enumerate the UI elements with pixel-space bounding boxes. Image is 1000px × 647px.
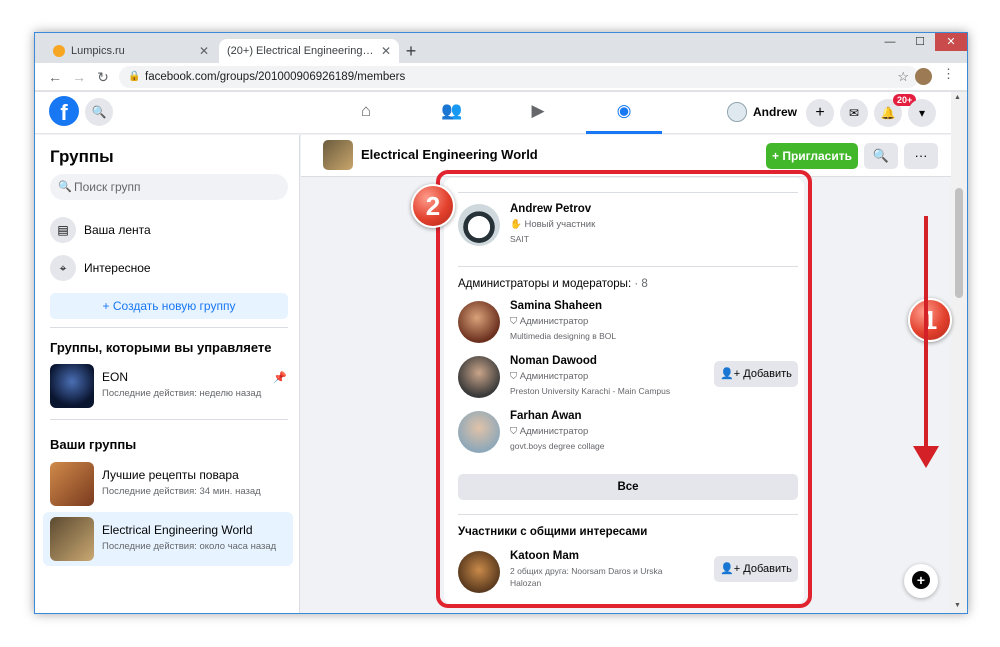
scrollbar-thumb[interactable]: [955, 188, 963, 298]
scroll-arrow-shaft: [924, 216, 928, 454]
search-placeholder: Поиск групп: [74, 180, 141, 194]
close-tab-icon[interactable]: ✕: [199, 44, 209, 58]
group-name: EON: [102, 370, 129, 384]
annotation-badge-2: 2: [411, 184, 455, 228]
reload-icon[interactable]: ↻: [95, 69, 111, 86]
scroll-down-icon[interactable]: ▼: [954, 602, 961, 609]
group-thumbnail: [50, 517, 94, 561]
divider: [50, 327, 288, 328]
group-name: Electrical Engineering World: [102, 523, 253, 537]
invite-button[interactable]: + Пригласить: [766, 143, 858, 169]
minimize-button[interactable]: —: [875, 33, 905, 51]
browser-menu-icon[interactable]: ⋮: [942, 66, 955, 82]
group-item-recipes[interactable]: Лучшие рецепты повара Последние действия…: [43, 457, 293, 511]
group-thumbnail: [50, 364, 94, 408]
tab-title: (20+) Electrical Engineering World: [227, 45, 375, 57]
close-window-button[interactable]: ✕: [935, 33, 967, 51]
group-activity: Последние действия: около часа назад: [102, 541, 277, 552]
tab-facebook[interactable]: f (20+) Electrical Engineering World ✕: [219, 39, 399, 110]
scroll-arrow-head-icon: [913, 446, 939, 468]
sidebar-item-label: Интересное: [84, 261, 151, 275]
lumpics-favicon-icon: [53, 45, 65, 57]
new-message-icon: +: [912, 571, 930, 589]
group-thumbnail: [50, 462, 94, 506]
user-name: Andrew: [753, 105, 798, 119]
home-icon[interactable]: ⌂: [328, 92, 404, 134]
group-item-eon[interactable]: EON Последние действия: неделю назад 📌: [43, 359, 293, 413]
feed-icon: ▤: [50, 217, 76, 243]
new-tab-icon[interactable]: +: [401, 41, 421, 62]
back-icon[interactable]: ←: [47, 69, 63, 85]
browser-toolbar: ← → ↻ 🔒 facebook.com/groups/201000906926…: [35, 63, 967, 91]
divider: [50, 419, 288, 420]
annotation-frame: [436, 170, 812, 608]
group-activity: Последние действия: 34 мин. назад: [102, 486, 261, 497]
search-icon: 🔍: [58, 181, 72, 193]
facebook-navbar: f 🔍 ⌂ 👥 ▶ ◉ Andrew + ✉ 🔔 20+ ▾: [35, 92, 951, 134]
facebook-logo-icon[interactable]: f: [49, 96, 79, 126]
annotation-badge-1: 1: [908, 298, 952, 342]
search-icon[interactable]: 🔍: [85, 98, 113, 126]
group-thumbnail: [323, 140, 353, 170]
forward-icon[interactable]: →: [71, 69, 87, 85]
group-title[interactable]: Electrical Engineering World: [361, 147, 538, 162]
managed-groups-heading: Группы, которыми вы управляете: [50, 340, 272, 355]
maximize-button[interactable]: ☐: [905, 33, 935, 51]
sidebar-item-discover[interactable]: ⌖ Интересное: [50, 255, 151, 281]
your-groups-heading: Ваши группы: [50, 437, 137, 452]
pin-icon[interactable]: 📌: [273, 371, 287, 384]
sidebar-item-feed[interactable]: ▤ Ваша лента: [50, 217, 151, 243]
friends-icon[interactable]: 👥: [414, 92, 490, 134]
group-activity: Последние действия: неделю назад: [102, 388, 262, 399]
url-text: facebook.com/groups/201000906926189/memb…: [145, 71, 406, 83]
more-options-button[interactable]: ···: [904, 143, 938, 169]
sidebar-item-label: Ваша лента: [84, 223, 151, 237]
search-groups-input[interactable]: 🔍 Поиск групп: [50, 174, 288, 200]
avatar: [727, 102, 747, 122]
new-message-button[interactable]: +: [904, 564, 938, 598]
tab-lumpics[interactable]: Lumpics.ru ✕: [45, 39, 217, 63]
groups-icon[interactable]: ◉: [586, 92, 662, 134]
bookmark-star-icon[interactable]: ☆: [897, 66, 909, 88]
profile-chip[interactable]: Andrew: [727, 99, 797, 125]
create-group-button[interactable]: + Создать новую группу: [50, 293, 288, 319]
messenger-icon[interactable]: ✉: [840, 99, 868, 127]
tab-strip: Lumpics.ru ✕ f (20+) Electrical Engineer…: [35, 33, 967, 110]
watch-icon[interactable]: ▶: [500, 92, 576, 134]
page-scrollbar[interactable]: ▲ ▼: [951, 92, 967, 613]
groups-sidebar: Группы 🔍 Поиск групп ▤ Ваша лента ⌖ Инте…: [35, 135, 300, 613]
account-menu-icon[interactable]: ▾: [908, 99, 936, 127]
create-icon[interactable]: +: [806, 99, 834, 127]
close-tab-icon[interactable]: ✕: [381, 44, 391, 58]
address-bar[interactable]: 🔒 facebook.com/groups/201000906926189/me…: [119, 66, 919, 88]
group-name: Лучшие рецепты повара: [102, 468, 239, 482]
profile-avatar[interactable]: [915, 68, 932, 85]
sidebar-title: Группы: [50, 147, 114, 166]
discover-icon: ⌖: [50, 255, 76, 281]
group-item-electrical[interactable]: Electrical Engineering World Последние д…: [43, 512, 293, 566]
search-icon[interactable]: 🔍: [864, 143, 898, 169]
tab-title: Lumpics.ru: [71, 45, 125, 57]
scroll-up-icon[interactable]: ▲: [954, 94, 961, 101]
lock-icon: 🔒: [128, 71, 141, 82]
